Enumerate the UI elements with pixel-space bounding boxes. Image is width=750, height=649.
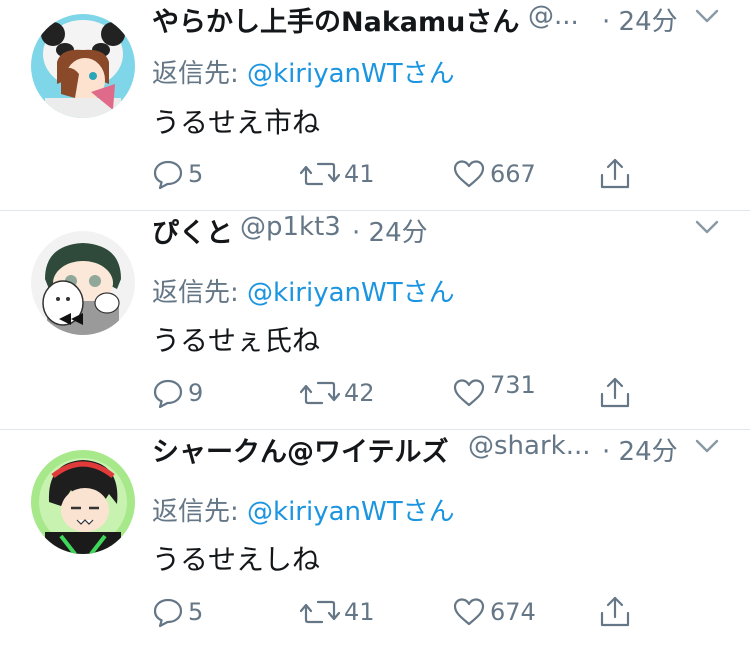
share-button[interactable] [598,154,632,194]
reply-icon [153,598,183,628]
reply-button[interactable]: 5 [152,154,203,194]
tweet[interactable]: シャークん@ワイテルズ @shark... · 24分 返信先: @kiriya… [0,430,750,649]
reply-button[interactable]: 5 [152,592,203,632]
like-button[interactable]: 667 [452,154,536,194]
tweet-actions: 5 41 667 [152,154,652,198]
reply-prefix: 返信先: [152,497,239,527]
retweet-icon [300,162,340,186]
tweet-actions: 5 41 674 [152,592,652,636]
like-count: 667 [490,160,536,188]
timestamp[interactable]: · 24分 [602,1,678,38]
display-name[interactable]: シャークん@ワイテルズ [152,430,448,469]
timestamp[interactable]: · 24分 [602,431,678,468]
heart-icon [453,160,485,188]
retweet-icon [300,381,340,405]
share-icon [600,377,630,408]
tweet[interactable]: ぴくと @p1kt3 · 24分 返信先: @kiriyanWTさん うるせぇ氏… [0,211,750,429]
reply-count: 5 [188,160,204,188]
chevron-down-icon[interactable] [694,217,720,237]
username-handle[interactable]: @... [528,1,579,31]
reply-prefix: 返信先: [152,59,239,89]
retweet-count: 41 [344,598,375,626]
heart-icon [453,598,485,626]
heart-icon [453,379,485,407]
share-icon [600,158,630,189]
like-button[interactable]: 674 [452,592,536,632]
avatar[interactable] [31,231,135,335]
username-handle[interactable]: @shark... [468,431,591,461]
reply-mention-link[interactable]: @kiriyanWTさん [247,497,455,527]
username-handle[interactable]: @p1kt3 [240,212,341,242]
reply-context: 返信先: @kiriyanWTさん [152,491,455,528]
like-button[interactable]: 731 [452,371,536,413]
retweet-count: 41 [344,160,375,188]
tweet-text: うるせえ市ね [152,106,321,139]
display-name[interactable]: やらかし上手のNakamuさん [152,0,519,39]
reply-button[interactable]: 9 [152,373,203,413]
reply-mention-link[interactable]: @kiriyanWTさん [247,59,455,89]
reply-mention-link[interactable]: @kiriyanWTさん [247,278,455,308]
retweet-button[interactable]: 41 [300,154,375,194]
display-name[interactable]: ぴくと [152,211,233,250]
share-button[interactable] [598,373,632,413]
reply-count: 9 [188,379,204,407]
retweet-icon [300,600,340,624]
reply-context: 返信先: @kiriyanWTさん [152,53,455,90]
reply-context: 返信先: @kiriyanWTさん [152,272,455,309]
avatar[interactable] [31,450,135,554]
retweet-count: 42 [344,379,375,407]
retweet-button[interactable]: 42 [300,373,375,413]
like-count: 674 [490,598,536,626]
chevron-down-icon[interactable] [694,436,720,456]
reply-prefix: 返信先: [152,278,239,308]
retweet-button[interactable]: 41 [300,592,375,632]
reply-icon [153,160,183,190]
share-button[interactable] [598,592,632,632]
tweet-text: うるせえしね [152,543,321,576]
tweet-text: うるせぇ氏ね [152,324,321,357]
tweet[interactable]: やらかし上手のNakamuさん @... · 24分 返信先: @kiriyan… [0,0,750,210]
like-count: 731 [490,371,536,399]
chevron-down-icon[interactable] [694,6,720,26]
avatar[interactable] [31,14,135,118]
share-icon [600,596,630,627]
reply-icon [153,379,183,409]
timestamp[interactable]: · 24分 [352,212,428,249]
tweet-actions: 9 42 731 [152,371,652,417]
reply-count: 5 [188,598,204,626]
